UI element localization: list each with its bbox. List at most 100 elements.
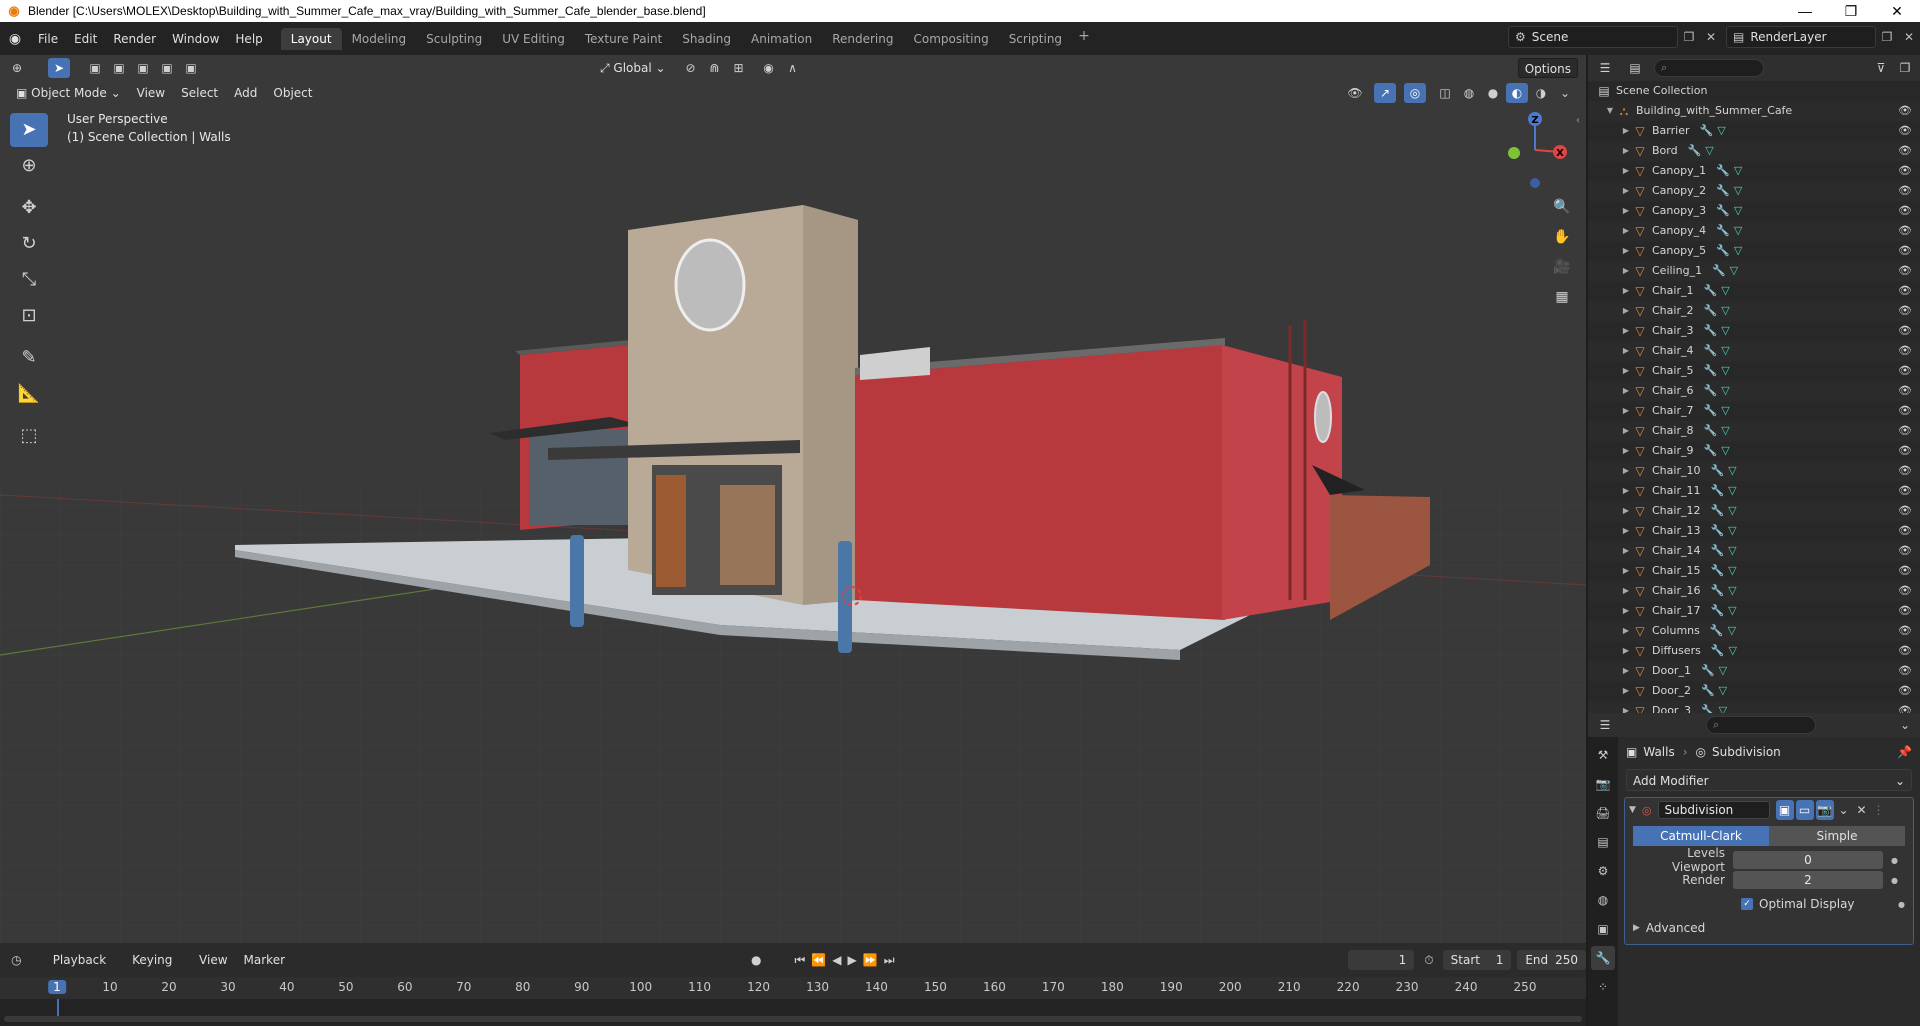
viewport-menu-object[interactable]: Object [267, 83, 318, 103]
advanced-subpanel[interactable]: ▶ Advanced [1633, 918, 1905, 938]
modifier-wrench-icon[interactable]: 🔧 [1716, 201, 1730, 221]
tab-animation[interactable]: Animation [741, 28, 822, 50]
render-tab-icon[interactable]: 📷 [1591, 772, 1615, 796]
perspective-toggle-icon[interactable]: ▦ [1550, 285, 1574, 309]
jump-start-icon[interactable]: ⏮ [795, 953, 806, 968]
selection-mode-extend-icon[interactable]: ▣ [108, 58, 130, 78]
collapse-arrow-icon[interactable]: ▼ [1629, 805, 1636, 815]
timeline-ruler[interactable]: 1 10 20 30 40 50 60 70 80 90 100 110 120 130 140 150 160… [0, 977, 1586, 999]
minimize-button[interactable]: — [1782, 3, 1828, 19]
jump-keyframe-back-icon[interactable]: ⏪ [811, 953, 826, 967]
visibility-eye-icon[interactable]: 👁 [1898, 241, 1912, 261]
solid-shading-icon[interactable]: ● [1482, 83, 1504, 103]
wireframe-shading-icon[interactable]: ◍ [1458, 83, 1480, 103]
expand-arrow-icon[interactable]: ▶ [1620, 621, 1632, 641]
outliner-item[interactable]: ▶ ▽ Chair_3 🔧 ▽ 👁 [1588, 321, 1920, 341]
optimal-display-checkbox[interactable]: ✓ [1741, 898, 1753, 910]
visibility-eye-icon[interactable]: 👁 [1898, 521, 1912, 541]
visibility-eye-icon[interactable]: 👁 [1898, 541, 1912, 561]
viewport-menu-view[interactable]: View [131, 83, 171, 103]
jump-keyframe-forward-icon[interactable]: ⏩ [863, 953, 878, 967]
pin-icon[interactable]: 📌 [1897, 745, 1912, 759]
output-tab-icon[interactable]: 🖨 [1591, 801, 1615, 825]
modifier-wrench-icon[interactable]: 🔧 [1710, 481, 1724, 501]
visibility-eye-icon[interactable]: 👁 [1898, 101, 1912, 121]
visibility-eye-icon[interactable]: 👁 [1898, 421, 1912, 441]
visibility-eye-icon[interactable]: 👁 [1898, 661, 1912, 681]
visibility-eye-icon[interactable]: 👁 [1898, 221, 1912, 241]
modifier-wrench-icon[interactable]: 🔧 [1710, 461, 1724, 481]
mesh-data-icon[interactable]: ▽ [1728, 521, 1736, 541]
mesh-data-icon[interactable]: ▽ [1734, 241, 1742, 261]
expand-arrow-icon[interactable]: ▶ [1620, 501, 1632, 521]
scene-collection-row[interactable]: ▤ Scene Collection [1588, 81, 1920, 101]
visibility-filter-icon[interactable]: 👁 [1344, 83, 1366, 103]
outliner-item[interactable]: ▶ ▽ Chair_1 🔧 ▽ 👁 [1588, 281, 1920, 301]
mesh-data-icon[interactable]: ▽ [1721, 381, 1729, 401]
expand-arrow-icon[interactable]: ▶ [1620, 381, 1632, 401]
expand-arrow-icon[interactable]: ▶ [1620, 481, 1632, 501]
timeline-editor-type-icon[interactable]: ◷ [6, 950, 27, 970]
visibility-eye-icon[interactable]: 👁 [1898, 341, 1912, 361]
modifier-wrench-icon[interactable]: 🔧 [1703, 301, 1717, 321]
outliner-item[interactable]: ▶ ▽ Chair_17 🔧 ▽ 👁 [1588, 601, 1920, 621]
selection-mode-invert-icon[interactable]: ▣ [156, 58, 178, 78]
visibility-eye-icon[interactable]: 👁 [1898, 201, 1912, 221]
tab-uv-editing[interactable]: UV Editing [492, 28, 575, 50]
menu-render[interactable]: Render [105, 27, 164, 51]
visibility-eye-icon[interactable]: 👁 [1898, 641, 1912, 661]
expand-arrow-icon[interactable]: ▶ [1620, 241, 1632, 261]
zoom-icon[interactable]: 🔍 [1550, 195, 1574, 219]
xray-toggle-icon[interactable]: ◫ [1434, 83, 1456, 103]
modifier-wrench-icon[interactable]: 🔧 [1711, 641, 1725, 661]
delete-scene-icon[interactable]: ✕ [1700, 26, 1722, 48]
modifier-wrench-icon[interactable]: 🔧 [1710, 521, 1724, 541]
modifier-wrench-icon[interactable]: 🔧 [1710, 501, 1724, 521]
transform-tool-icon[interactable]: ⊡ [10, 299, 48, 333]
outliner-item[interactable]: ▶ ▽ Chair_10 🔧 ▽ 👁 [1588, 461, 1920, 481]
visibility-eye-icon[interactable]: 👁 [1898, 581, 1912, 601]
filter-icon[interactable]: ⊽ [1870, 58, 1892, 78]
outliner-item[interactable]: ▶ ▽ Chair_2 🔧 ▽ 👁 [1588, 301, 1920, 321]
visibility-eye-icon[interactable]: 👁 [1898, 141, 1912, 161]
simple-option[interactable]: Simple [1769, 826, 1905, 846]
measure-tool-icon[interactable]: 📐 [10, 377, 48, 411]
expand-arrow-icon[interactable]: ▶ [1620, 401, 1632, 421]
mesh-data-icon[interactable]: ▽ [1728, 561, 1736, 581]
viewport-menu-add[interactable]: Add [228, 83, 263, 103]
expand-arrow-icon[interactable]: ▶ [1620, 301, 1632, 321]
expand-arrow-icon[interactable]: ▼ [1604, 101, 1616, 121]
mesh-data-icon[interactable]: ▽ [1719, 681, 1727, 701]
modifier-wrench-icon[interactable]: 🔧 [1701, 661, 1715, 681]
modifier-wrench-icon[interactable]: 🔧 [1703, 401, 1717, 421]
modifier-wrench-icon[interactable]: 🔧 [1712, 261, 1726, 281]
modifier-wrench-icon[interactable]: 🔧 [1703, 421, 1717, 441]
outliner-item[interactable]: ▶ ▽ Canopy_5 🔧 ▽ 👁 [1588, 241, 1920, 261]
expand-arrow-icon[interactable]: ▶ [1620, 221, 1632, 241]
tab-compositing[interactable]: Compositing [903, 28, 998, 50]
expand-arrow-icon[interactable]: ▶ [1620, 641, 1632, 661]
outliner-search-input[interactable]: ⌕ [1654, 59, 1764, 77]
visibility-eye-icon[interactable]: 👁 [1898, 401, 1912, 421]
view-layer-field[interactable]: ▤ RenderLayer [1726, 26, 1876, 48]
show-gizmo-icon[interactable]: ↗ [1374, 83, 1396, 103]
new-scene-icon[interactable]: ❐ [1678, 26, 1700, 48]
expand-arrow-icon[interactable]: ▶ [1620, 321, 1632, 341]
tab-layout[interactable]: Layout [280, 27, 342, 50]
modifier-tab-icon[interactable]: 🔧 [1591, 946, 1615, 970]
modifier-name-field[interactable]: Subdivision [1657, 801, 1770, 819]
expand-arrow-icon[interactable]: ▶ [1620, 281, 1632, 301]
keyframe-dot-icon[interactable]: ● [1891, 856, 1898, 865]
visibility-eye-icon[interactable]: 👁 [1898, 461, 1912, 481]
modifier-wrench-icon[interactable]: 🔧 [1701, 701, 1715, 713]
mesh-data-icon[interactable]: ▽ [1721, 301, 1729, 321]
viewport-menu-select[interactable]: Select [175, 83, 224, 103]
options-dropdown[interactable]: Options [1517, 58, 1578, 78]
expand-arrow-icon[interactable]: ▶ [1620, 681, 1632, 701]
modifier-wrench-icon[interactable]: 🔧 [1710, 581, 1724, 601]
view-layer-tab-icon[interactable]: ▤ [1591, 830, 1615, 854]
expand-arrow-icon[interactable]: ▶ [1620, 341, 1632, 361]
play-icon[interactable]: ▶ [848, 953, 857, 967]
remove-modifier-icon[interactable]: ✕ [1854, 800, 1870, 820]
expand-arrow-icon[interactable]: ▶ [1620, 461, 1632, 481]
